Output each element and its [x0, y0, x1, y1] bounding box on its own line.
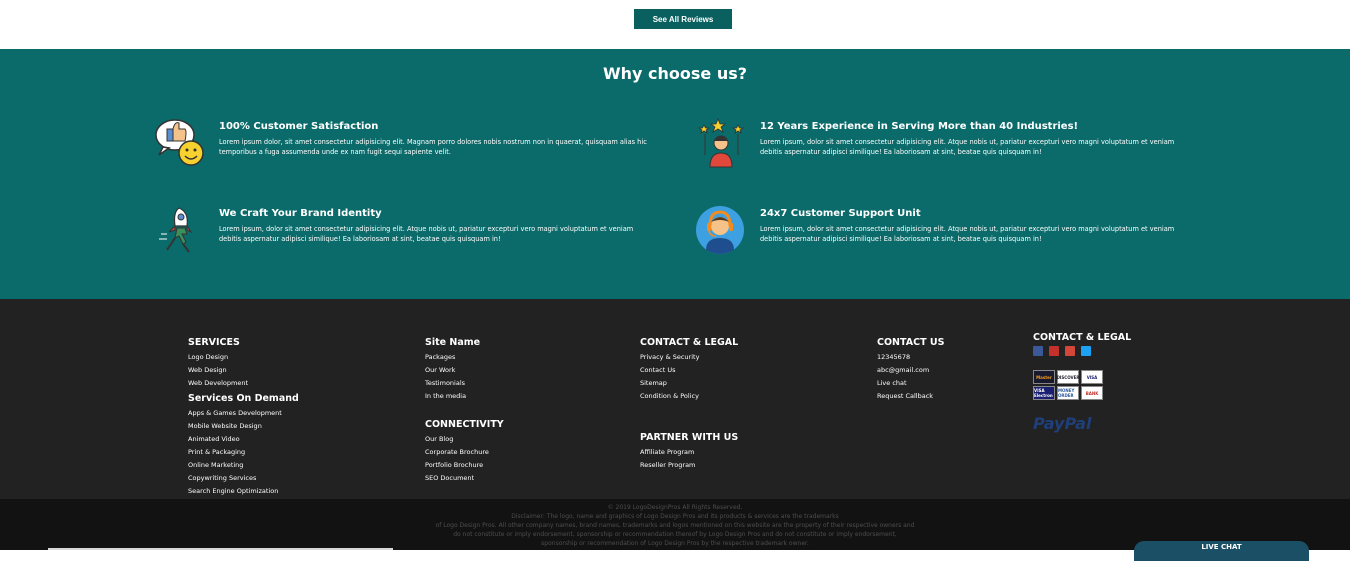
headset-support-icon	[696, 206, 744, 254]
footer-link[interactable]: Sitemap	[640, 377, 738, 390]
request-callback-link[interactable]: Request Callback	[877, 390, 944, 403]
disclaimer-line: do not constitute or imply endorsement, …	[453, 531, 897, 538]
footer-heading: Site Name	[425, 337, 481, 348]
footer-link[interactable]: Mobile Website Design	[188, 420, 299, 433]
footer-col-contact-us: CONTACT US 12345678 abc@gmail.com Live c…	[877, 337, 944, 403]
footer-link[interactable]: SEO Document	[425, 472, 504, 485]
youtube-icon[interactable]	[1049, 346, 1059, 356]
footer-link[interactable]: In the media	[425, 390, 504, 403]
footer-heading: CONTACT US	[877, 337, 945, 348]
footer-link[interactable]: Our Work	[425, 364, 504, 377]
footer-link[interactable]: Apps & Games Development	[188, 407, 299, 420]
footer-link[interactable]: Contact Us	[640, 364, 738, 377]
footer-col-payments: CONTACT & LEGAL Master DISCOVER VISA VIS…	[1033, 332, 1131, 433]
why-choose-us-section: Why choose us? 100% Customer Satisfactio…	[0, 49, 1350, 299]
footer-link[interactable]: Portfolio Brochure	[425, 459, 504, 472]
footer-link[interactable]: Animated Video	[188, 433, 299, 446]
mail-icon[interactable]	[1065, 346, 1075, 356]
live-chat-button[interactable]: LIVE CHAT	[1134, 541, 1309, 561]
phone-link[interactable]: 12345678	[877, 351, 944, 364]
facebook-icon[interactable]	[1033, 346, 1043, 356]
footer-heading: CONNECTIVITY	[425, 419, 504, 430]
mastercard-icon: Master	[1033, 370, 1055, 384]
footer-link[interactable]: Online Marketing	[188, 459, 299, 472]
footer-link[interactable]: Web Development	[188, 377, 299, 390]
footer-link[interactable]: Logo Design	[188, 351, 299, 364]
footer-link[interactable]: Affiliate Program	[640, 446, 738, 459]
feature-description: Lorem ipsum, dolor sit amet consectetur …	[219, 225, 634, 243]
star-person-icon	[697, 117, 745, 168]
feature-description: Lorem ipsum dolor, sit amet consectetur …	[219, 138, 647, 156]
footer-heading: CONTACT & LEGAL	[640, 337, 739, 348]
section-title: Why choose us?	[602, 64, 748, 83]
footer-link[interactable]: Print & Packaging	[188, 446, 299, 459]
footer-link[interactable]: Search Engine Optimization	[188, 485, 299, 498]
footer-heading: CONTACT & LEGAL	[1033, 332, 1132, 343]
social-links	[1033, 346, 1131, 356]
feature-title: 12 Years Experience in Serving More than…	[760, 121, 1079, 132]
footer-link[interactable]: Testimonials	[425, 377, 504, 390]
footer-link[interactable]: Copywriting Services	[188, 472, 299, 485]
footer-col-site-name: Site Name Packages Our Work Testimonials…	[425, 337, 504, 485]
visa-icon: VISA	[1081, 370, 1103, 384]
discover-icon: DISCOVER	[1057, 370, 1079, 384]
footer-link[interactable]: Reseller Program	[640, 459, 738, 472]
footer-heading: Services On Demand	[188, 393, 299, 404]
live-chat-link[interactable]: Live chat	[877, 377, 944, 390]
disclaimer-line: of Logo Design Pros. All other company n…	[435, 522, 915, 529]
thumbs-up-smiley-icon	[155, 119, 204, 166]
money-order-icon: MONEY ORDER	[1057, 386, 1079, 400]
feature-description: Lorem ipsum, dolor sit amet consectetur …	[760, 225, 1175, 243]
bank-icon: BANK	[1081, 386, 1103, 400]
footer-link[interactable]: Condition & Policy	[640, 390, 738, 403]
footer-heading: SERVICES	[188, 337, 240, 348]
footer-col-contact-legal: CONTACT & LEGAL Privacy & Security Conta…	[640, 337, 738, 472]
email-link[interactable]: abc@gmail.com	[877, 364, 944, 377]
visa-electron-icon: VISA Electron	[1033, 386, 1055, 400]
footer-link[interactable]: Privacy & Security	[640, 351, 738, 364]
rocket-runner-icon	[159, 207, 193, 253]
payment-cards: Master DISCOVER VISA VISA Electron MONEY…	[1033, 370, 1131, 400]
footer-link[interactable]: Our Blog	[425, 433, 504, 446]
feature-title: 24x7 Customer Support Unit	[760, 208, 921, 219]
twitter-icon[interactable]	[1081, 346, 1091, 356]
feature-title: 100% Customer Satisfaction	[219, 121, 379, 132]
footer-link[interactable]: Packages	[425, 351, 504, 364]
footer-link[interactable]: Web Design	[188, 364, 299, 377]
paypal-logo: PayPal	[1033, 414, 1092, 433]
disclaimer-line: Disclaimer: The logo, name and graphics …	[511, 513, 839, 520]
footer-col-services: SERVICES Logo Design Web Design Web Deve…	[188, 337, 299, 498]
reviews-strip: See All Reviews	[0, 0, 1350, 49]
see-all-reviews-button[interactable]: See All Reviews	[634, 9, 732, 29]
feature-description: Lorem ipsum, dolor sit amet consectetur …	[760, 138, 1175, 156]
copyright-line: © 2019 LogoDesignPros All Rights Reserve…	[607, 504, 743, 511]
footer-link[interactable]: Corporate Brochure	[425, 446, 504, 459]
site-footer: SERVICES Logo Design Web Design Web Deve…	[0, 299, 1350, 499]
feature-title: We Craft Your Brand Identity	[219, 208, 382, 219]
footer-heading: PARTNER WITH US	[640, 432, 739, 443]
